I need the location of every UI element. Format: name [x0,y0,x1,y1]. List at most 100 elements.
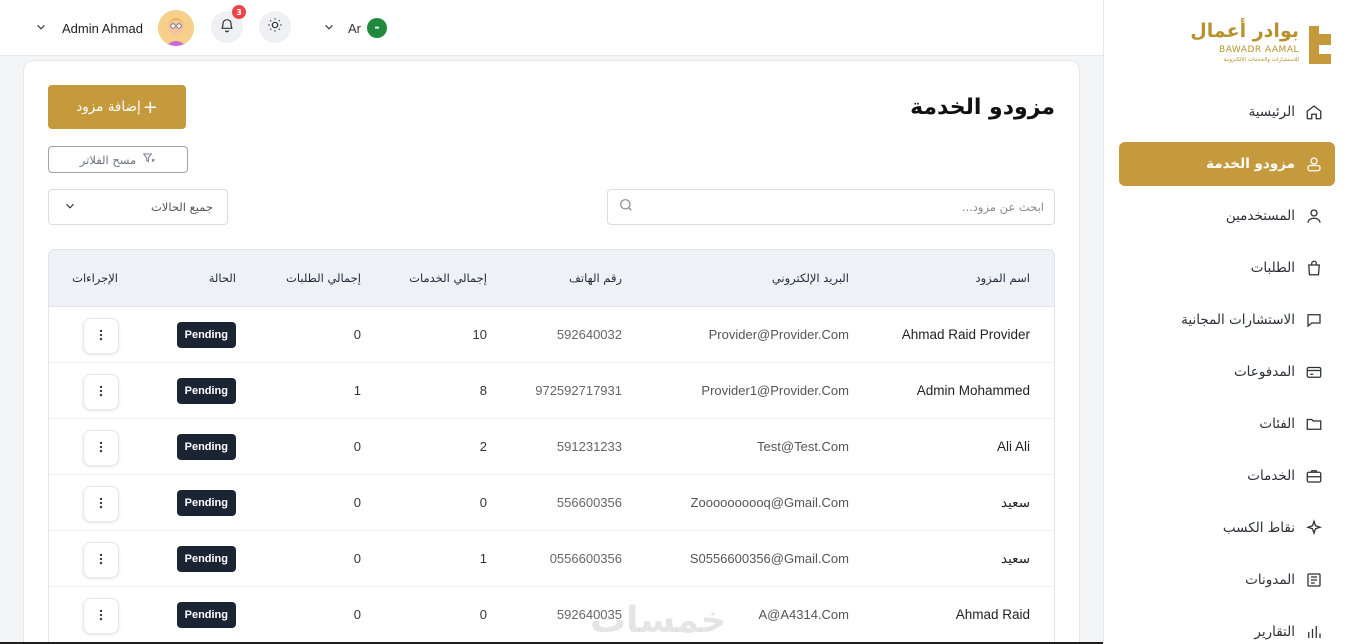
provider-name: Ahmad Raid [955,607,1030,622]
more-vertical-icon [94,439,108,458]
notification-badge: 3 [232,5,246,19]
row-actions-button[interactable] [83,318,119,354]
sidebar-item-label: الطلبات [1250,260,1295,276]
bag-icon [1305,259,1323,277]
header-orders: إجمالي الطلبات [286,271,361,285]
provider-name: Admin Mohammed [916,383,1030,398]
chevron-down-icon [322,19,336,38]
add-provider-button[interactable]: + إضافة مزود [48,85,186,129]
sidebar-nav: الرئيسية مزودو الخدمة المستخدمين الطلبات… [1119,90,1335,644]
total-orders: 0 [353,439,361,454]
provider-email: Zoooooooooq@Gmail.Com [690,495,849,510]
sidebar-item-label: الفئات [1259,416,1295,432]
filter-clear-icon [136,151,156,168]
user-menu[interactable]: Admin Ahmad [34,15,143,41]
total-services: 1 [479,551,487,566]
chart-icon [1305,623,1323,641]
table-row: Ahmad Raid Provider Provider@Provider.Co… [49,307,1054,363]
status-badge: Pending [176,602,236,628]
sidebar-item-reports[interactable]: التقارير [1119,610,1335,644]
sidebar-item-services[interactable]: الخدمات [1119,454,1335,498]
logo-mark-icon [1309,26,1331,64]
users-icon [1305,155,1323,173]
total-services: 10 [472,327,487,342]
total-orders: 1 [353,383,361,398]
clear-filters-label: مسح الفلاتر [79,152,137,167]
provider-phone: 591231233 [556,439,622,454]
provider-email: Provider@Provider.Com [708,327,849,342]
newspaper-icon [1305,571,1323,589]
provider-phone: 556600356 [556,495,622,510]
watermark: خمسات [590,600,727,641]
sidebar-item-service-providers[interactable]: مزودو الخدمة [1119,142,1335,186]
sidebar-item-earning-points[interactable]: نقاط الكسب [1119,506,1335,550]
status-badge: Pending [176,546,236,572]
total-orders: 0 [353,327,361,342]
avatar[interactable] [158,10,194,46]
total-orders: 0 [353,607,361,622]
more-vertical-icon [94,551,108,570]
provider-phone: 0556600356 [549,551,622,566]
sidebar-item-label: الخدمات [1247,468,1295,484]
search-icon [618,197,634,217]
provider-email: Test@Test.Com [757,439,849,454]
sidebar-item-label: المدونات [1245,572,1295,588]
more-vertical-icon [94,327,108,346]
total-services: 0 [479,495,487,510]
row-actions-button[interactable] [83,374,119,410]
sidebar-item-users[interactable]: المستخدمين [1119,194,1335,238]
row-actions-button[interactable] [83,542,119,578]
page-title: مزودو الخدمة [910,95,1055,120]
row-actions-button[interactable] [83,598,119,634]
sidebar-item-orders[interactable]: الطلبات [1119,246,1335,290]
theme-toggle-button[interactable] [259,11,291,43]
provider-name: سعيد [1001,551,1030,566]
provider-phone: 592640032 [556,327,622,342]
chevron-down-icon [63,199,77,216]
brand-logo[interactable]: بوادر أعمال BAWADR AAMAL للاستشارات والخ… [1190,18,1335,70]
chat-icon [1305,311,1323,329]
search-box[interactable] [607,189,1055,225]
add-provider-label: إضافة مزود [76,99,141,115]
table-row: Ali Ali Test@Test.Com 591231233 2 0 Pend… [49,419,1054,475]
provider-name: Ahmad Raid Provider [901,327,1030,342]
provider-email: S0556600356@Gmail.Com [689,551,849,566]
brand-name-ar: بوادر أعمال [1190,20,1299,42]
status-filter-select[interactable]: جميع الحالات [48,189,228,225]
sidebar-item-categories[interactable]: الفئات [1119,402,1335,446]
sidebar-item-payments[interactable]: المدفوعات [1119,350,1335,394]
table-row: سعيد S0556600356@Gmail.Com 0556600356 1 … [49,531,1054,587]
status-badge: Pending [176,434,236,460]
provider-name: Ali Ali [996,439,1030,454]
provider-email: Provider1@Provider.Com [701,383,849,398]
clear-filters-button[interactable]: مسح الفلاتر [48,146,188,173]
header-name: اسم المزود [975,271,1030,285]
table-row: سعيد Zoooooooooq@Gmail.Com 556600356 0 0… [49,475,1054,531]
header-services: إجمالي الخدمات [409,271,487,285]
status-badge: Pending [176,378,236,404]
status-filter-value: جميع الحالات [150,200,213,214]
header-email: البريد الإلكتروني [771,271,849,285]
providers-table: اسم المزود البريد الإلكتروني رقم الهاتف … [48,249,1055,644]
chevron-down-icon [34,19,48,38]
brand-name-en: BAWADR AAMAL [1219,45,1299,55]
row-actions-button[interactable] [83,430,119,466]
saudi-flag-icon: ▬ [367,18,387,38]
language-selector[interactable]: Ar ▬ [322,15,387,41]
top-bar: Admin Ahmad 3 Ar ▬ [0,0,1103,56]
content-card: مزودو الخدمة + إضافة مزود مسح الفلاتر جم… [23,60,1080,644]
sidebar-item-blogs[interactable]: المدونات [1119,558,1335,602]
sidebar-item-label: المدفوعات [1233,364,1295,380]
sidebar-item-label: مزودو الخدمة [1206,156,1295,172]
sparkle-icon [1305,519,1323,537]
header-phone: رقم الهاتف [569,271,622,285]
sidebar-item-free-consultations[interactable]: الاستشارات المجانية [1119,298,1335,342]
bell-icon [219,17,235,37]
provider-name: سعيد [1001,495,1030,510]
total-orders: 0 [353,495,361,510]
row-actions-button[interactable] [83,486,119,522]
sidebar-item-home[interactable]: الرئيسية [1119,90,1335,134]
table-row: Admin Mohammed Provider1@Provider.Com 97… [49,363,1054,419]
search-input[interactable] [644,200,1044,214]
table-header: اسم المزود البريد الإلكتروني رقم الهاتف … [49,250,1054,307]
